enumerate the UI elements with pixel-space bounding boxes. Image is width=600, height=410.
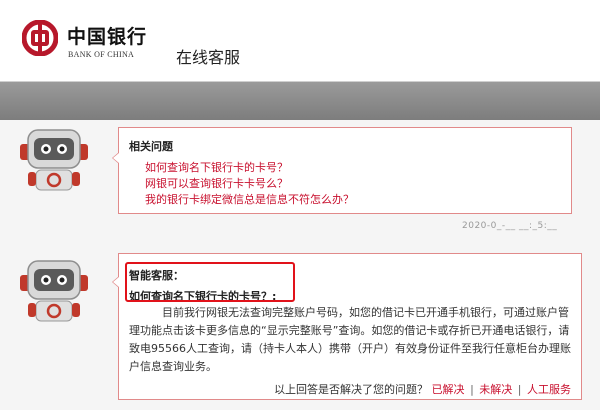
message-timestamp: 2020-0_-__ __:_5:__ [462, 221, 558, 231]
robot-avatar-icon [20, 129, 88, 191]
feedback-prompt: 以上回答是否解决了您的问题？ [274, 383, 429, 396]
separator: | [517, 383, 522, 396]
resolved-link[interactable]: 已解决 [432, 383, 465, 396]
separator: | [470, 383, 474, 396]
boc-logo-icon [22, 20, 58, 56]
related-question-link[interactable]: 我的银行卡绑定微信总是信息不符怎么办？ [145, 191, 354, 207]
page-title: 在线客服 [176, 48, 241, 67]
related-questions-title: 相关问题 [129, 140, 173, 153]
feedback-row: 以上回答是否解决了您的问题？ 已解决 | 未解决 | 人工服务 [274, 381, 571, 397]
logo-text-en: BANK OF CHINA [68, 50, 135, 59]
header-bar: 中国银行 BANK OF CHINA 在线客服 [0, 0, 600, 82]
human-service-link[interactable]: 人工服务 [527, 383, 571, 396]
answer-text: 目前我行网银无法查询完整账户号码，如您的借记卡已开通手机银行，可通过账户管理功能… [129, 306, 571, 373]
related-question-link[interactable]: 网银可以查询银行卡卡号么？ [145, 175, 288, 191]
unresolved-link[interactable]: 未解决 [479, 383, 512, 396]
related-question-link[interactable]: 如何查询名下银行卡的卡号？ [145, 159, 288, 175]
toolbar-band [0, 82, 600, 120]
related-questions-bubble: 相关问题 如何查询名下银行卡的卡号？ 网银可以查询银行卡卡号么？ 我的银行卡绑定… [112, 127, 572, 214]
annotation-highlight-box [125, 262, 295, 302]
logo-text-cn: 中国银行 [67, 26, 148, 48]
robot-avatar-icon [20, 260, 88, 322]
